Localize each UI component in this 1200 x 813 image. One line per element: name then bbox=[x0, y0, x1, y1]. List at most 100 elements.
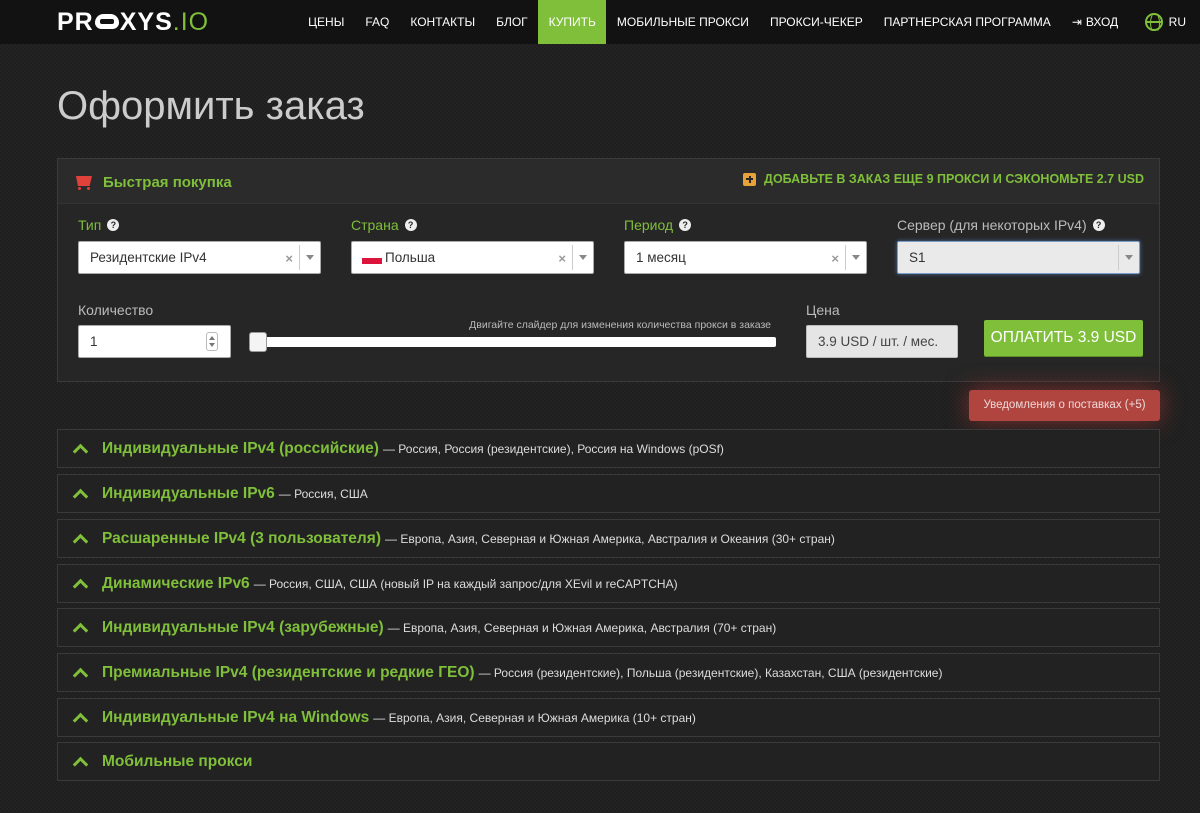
logo[interactable]: PR XYS .IO bbox=[57, 7, 210, 36]
server-select[interactable]: S1 bbox=[897, 241, 1140, 274]
clear-icon[interactable]: × bbox=[558, 251, 566, 266]
category-subtitle: — Россия, Россия (резидентские), Россия … bbox=[382, 441, 724, 456]
type-value: Резидентские IPv4 bbox=[90, 250, 207, 265]
select-divider bbox=[299, 245, 300, 270]
price-label: Цена bbox=[806, 302, 840, 318]
chevron-up-icon bbox=[72, 576, 88, 592]
chevron-down-icon[interactable] bbox=[1125, 255, 1133, 260]
chevron-up-icon bbox=[72, 665, 88, 681]
nav-item-proxy-checker[interactable]: ПРОКСИ-ЧЕКЕР bbox=[759, 0, 873, 44]
nav-item-mobile-proxy[interactable]: МОБИЛЬНЫЕ ПРОКСИ bbox=[606, 0, 759, 44]
language-label: RU bbox=[1168, 15, 1186, 29]
nav-item-contacts[interactable]: КОНТАКТЫ bbox=[400, 0, 486, 44]
clear-icon[interactable]: × bbox=[831, 251, 839, 266]
category-subtitle: — Россия, США bbox=[278, 486, 368, 501]
category-row[interactable]: Расшаренные IPv4 (3 пользователя) — Евро… bbox=[57, 519, 1160, 558]
chevron-up-icon bbox=[72, 620, 88, 636]
nav-item-partner-program[interactable]: ПАРТНЕРСКАЯ ПРОГРАММА bbox=[873, 0, 1061, 44]
cart-icon bbox=[73, 173, 95, 191]
promo-text: ДОБАВЬТЕ В ЗАКАЗ ЕЩЕ 9 ПРОКСИ И СЭКОНОМЬ… bbox=[764, 172, 1144, 186]
price-field: 3.9 USD / шт. / мес. bbox=[806, 325, 958, 358]
server-value: S1 bbox=[909, 250, 926, 265]
chevron-up-icon bbox=[72, 441, 88, 457]
promo-banner: ДОБАВЬТЕ В ЗАКАЗ ЕЩЕ 9 ПРОКСИ И СЭКОНОМЬ… bbox=[743, 172, 1144, 186]
question-icon[interactable]: ? bbox=[107, 219, 120, 231]
chevron-up-icon bbox=[72, 486, 88, 502]
country-value: Польша bbox=[385, 250, 436, 265]
category-title: Динамические IPv6 bbox=[102, 574, 250, 592]
type-label: Тип? bbox=[78, 217, 321, 233]
category-row[interactable]: Премиальные IPv4 (резидентские и редкие … bbox=[57, 653, 1160, 692]
top-navbar: PR XYS .IO ЦЕНЫ FAQ КОНТАКТЫ БЛОГ КУПИТЬ… bbox=[0, 0, 1200, 44]
category-title: Расшаренные IPv4 (3 пользователя) bbox=[102, 529, 381, 547]
pay-button[interactable]: ОПЛАТИТЬ 3.9 USD bbox=[984, 320, 1143, 356]
chevron-up-icon bbox=[72, 531, 88, 547]
category-row[interactable]: Индивидуальные IPv4 на Windows — Европа,… bbox=[57, 698, 1160, 737]
plus-icon bbox=[743, 172, 757, 186]
type-select[interactable]: Резидентские IPv4 × bbox=[78, 241, 321, 274]
question-icon[interactable]: ? bbox=[1092, 219, 1105, 231]
period-label: Период? bbox=[624, 217, 867, 233]
category-subtitle: — Европа, Азия, Северная и Южная Америка… bbox=[373, 710, 696, 725]
period-select[interactable]: 1 месяц × bbox=[624, 241, 867, 274]
globe-icon bbox=[1144, 13, 1163, 33]
select-divider bbox=[1118, 245, 1119, 270]
period-field: Период? 1 месяц × bbox=[624, 217, 867, 274]
country-select[interactable]: Польша × bbox=[351, 241, 594, 274]
server-field: Сервер (для некоторых IPv4)? S1 bbox=[897, 217, 1140, 274]
chevron-up-icon bbox=[72, 710, 88, 726]
nav-item-faq[interactable]: FAQ bbox=[355, 0, 400, 44]
flag-poland-icon bbox=[362, 251, 382, 264]
login-link[interactable]: ⇥ ВХОД bbox=[1061, 0, 1128, 44]
nav-item-prices[interactable]: ЦЕНЫ bbox=[298, 0, 355, 44]
chevron-down-icon[interactable] bbox=[306, 255, 314, 260]
quantity-label: Количество bbox=[78, 302, 154, 318]
slider-hint: Двигайте слайдер для изменения количеств… bbox=[469, 319, 771, 331]
category-row[interactable]: Индивидуальные IPv4 (российские) — Росси… bbox=[57, 429, 1160, 468]
quantity-stepper[interactable]: 1 bbox=[78, 325, 231, 358]
chevron-up-icon bbox=[72, 754, 88, 770]
chevron-down-icon[interactable] bbox=[852, 255, 860, 260]
category-subtitle: — Россия, США, США (новый IP на каждый з… bbox=[253, 576, 678, 591]
supply-notifications-button[interactable]: Уведомления о поставках (+5) bbox=[969, 390, 1160, 421]
category-subtitle: — Европа, Азия, Северная и Южная Америка… bbox=[387, 620, 777, 635]
question-icon[interactable]: ? bbox=[679, 219, 692, 231]
category-title: Мобильные прокси bbox=[102, 752, 253, 770]
mask-icon bbox=[94, 11, 119, 33]
chevron-down-icon[interactable] bbox=[579, 255, 587, 260]
nav-item-buy[interactable]: КУПИТЬ bbox=[538, 0, 607, 44]
category-row[interactable]: Динамические IPv6 — Россия, США, США (но… bbox=[57, 564, 1160, 603]
login-label: ВХОД bbox=[1085, 15, 1119, 29]
quick-buy-header: Быстрая покупка ДОБАВЬТЕ В ЗАКАЗ ЕЩЕ 9 П… bbox=[58, 159, 1159, 204]
clear-icon[interactable]: × bbox=[285, 251, 293, 266]
quantity-slider[interactable] bbox=[249, 332, 776, 352]
country-label: Страна? bbox=[351, 217, 594, 233]
quick-buy-title: Быстрая покупка bbox=[73, 173, 232, 191]
category-title: Индивидуальные IPv4 (зарубежные) bbox=[102, 618, 384, 636]
main-menu: ЦЕНЫ FAQ КОНТАКТЫ БЛОГ КУПИТЬ МОБИЛЬНЫЕ … bbox=[298, 0, 1200, 44]
question-icon[interactable]: ? bbox=[404, 219, 417, 231]
spinner-icon[interactable] bbox=[206, 332, 218, 351]
logo-text-1: PR bbox=[57, 7, 94, 36]
quick-buy-panel: Быстрая покупка ДОБАВЬТЕ В ЗАКАЗ ЕЩЕ 9 П… bbox=[57, 158, 1160, 382]
category-title: Индивидуальные IPv6 bbox=[102, 484, 275, 502]
nav-item-blog[interactable]: БЛОГ bbox=[486, 0, 539, 44]
category-row[interactable]: Индивидуальные IPv6 — Россия, США bbox=[57, 474, 1160, 513]
server-label-text: Сервер (для некоторых IPv4) bbox=[897, 217, 1087, 233]
server-label: Сервер (для некоторых IPv4)? bbox=[897, 217, 1140, 233]
quick-buy-label: Быстрая покупка bbox=[103, 173, 232, 191]
country-label-text: Страна bbox=[351, 217, 399, 233]
period-value: 1 месяц bbox=[636, 250, 686, 265]
category-row[interactable]: Индивидуальные IPv4 (зарубежные) — Европ… bbox=[57, 608, 1160, 647]
login-icon: ⇥ bbox=[1071, 15, 1082, 29]
logo-text-3: .IO bbox=[172, 7, 210, 36]
period-label-text: Период bbox=[624, 217, 674, 233]
category-title: Индивидуальные IPv4 на Windows bbox=[102, 708, 370, 726]
select-divider bbox=[845, 245, 846, 270]
page-title: Оформить заказ bbox=[57, 84, 365, 128]
category-row[interactable]: Мобильные прокси bbox=[57, 742, 1160, 781]
language-selector[interactable]: RU bbox=[1129, 0, 1200, 44]
slider-handle[interactable] bbox=[249, 332, 267, 352]
quantity-value: 1 bbox=[90, 334, 98, 349]
country-field: Страна? Польша × bbox=[351, 217, 594, 274]
